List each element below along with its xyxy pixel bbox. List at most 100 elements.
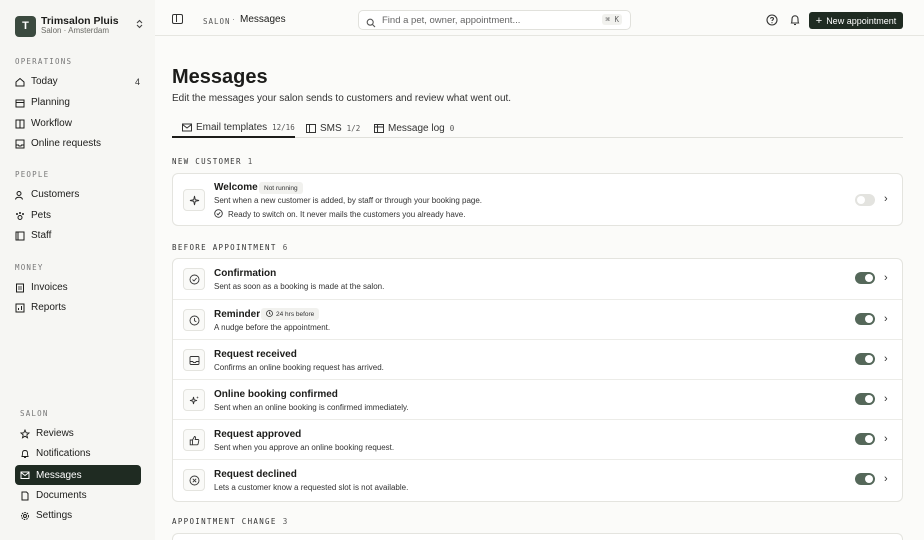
group-label-text: NEW CUSTOMER [172,157,242,166]
sidebar-item-label: Online requests [31,138,102,149]
tab-label: Message log [388,122,445,134]
mail-icon [182,123,192,132]
sidebar-item-label: Customers [31,189,80,200]
template-title: Confirmation [214,268,277,279]
template-card-appointment-change [172,533,903,540]
template-row-request-declined[interactable]: Request declined Lets a customer know a … [173,459,902,499]
template-toggle[interactable] [855,272,875,284]
sidebar-item-label: Staff [31,230,52,241]
file-text-icon [15,283,25,293]
chevron-right-icon[interactable]: › [884,433,888,445]
tab-message-log[interactable]: Message log 0 [374,118,454,138]
sidebar-item-label: Reports [31,302,67,313]
chevron-right-icon[interactable]: › [884,473,888,485]
chart-icon [15,303,25,313]
section-label-salon: SALON [20,409,49,418]
template-note: Ready to switch on. It never mails the c… [214,209,465,220]
sidebar-item-label: Pets [31,210,52,221]
template-description: Sent when you approve an online booking … [214,443,395,452]
breadcrumb-current: Messages [240,14,286,25]
template-row-welcome[interactable]: Welcome Not running Sent when a new cust… [173,174,902,225]
template-row-reminder[interactable]: Reminder 24 hrs before A nudge before th… [173,299,902,339]
timing-badge-text: 24 hrs before [276,310,315,318]
template-row-request-approved[interactable]: Request approved Sent when you approve a… [173,419,902,459]
new-appointment-button[interactable]: + New appointment [809,12,903,29]
template-title: Request approved [214,429,302,440]
template-toggle[interactable] [855,194,875,206]
template-row-online-booking-confirmed[interactable]: Online booking confirmed Sent when an on… [173,379,902,419]
sidebar-item-documents[interactable]: Documents [15,486,141,505]
sidebar-item-today[interactable]: Today 4 [10,72,142,91]
template-toggle[interactable] [855,433,875,445]
sidebar-item-messages[interactable]: Messages [15,465,141,485]
tab-sms[interactable]: SMS 1/2 [306,118,360,138]
gear-icon [20,511,30,521]
main-content: Messages Edit the messages your salon se… [155,36,924,540]
template-row-confirmation[interactable]: Confirmation Sent as soon as a booking i… [173,259,902,299]
template-card-new-customer: Welcome Not running Sent when a new cust… [172,173,903,226]
sidebar-item-notifications[interactable]: Notifications [15,444,141,463]
sidebar-item-staff[interactable]: Staff [10,226,142,245]
template-description: A nudge before the appointment. [214,323,331,332]
help-icon[interactable] [766,13,778,26]
sidebar-item-planning[interactable]: Planning [10,93,142,112]
tab-count: 12/16 [272,122,295,132]
home-icon [15,77,25,87]
sidebar-item-workflow[interactable]: Workflow [10,114,142,133]
template-row-request-received[interactable]: Request received Confirms an online book… [173,339,902,379]
template-title: Welcome [214,182,258,193]
x-circle-icon [183,469,205,491]
plus-icon: + [815,14,823,27]
template-toggle[interactable] [855,473,875,485]
salon-switcher[interactable]: T Trimsalon Pluis Salon · Amsterdam [15,14,145,38]
section-label-people: PEOPLE [15,170,50,179]
clock-icon [266,309,273,319]
log-icon [374,123,384,133]
breadcrumb-separator: · [232,14,235,24]
global-search[interactable]: ⌘ K [358,10,631,30]
chevron-right-icon[interactable]: › [884,393,888,405]
bell-icon[interactable] [789,13,801,26]
template-note-text: Ready to switch on. It never mails the c… [228,210,466,219]
sidebar-item-customers[interactable]: Customers [10,185,142,204]
sidebar-item-reviews[interactable]: Reviews [15,424,141,443]
chevron-right-icon[interactable]: › [884,193,888,205]
columns-icon [15,119,25,129]
sidebar-item-reports[interactable]: Reports [10,298,142,317]
inbox-icon [183,349,205,371]
search-input[interactable] [382,14,602,26]
sparkle-icon [183,189,205,211]
sidebar-item-invoices[interactable]: Invoices [10,278,142,297]
chevron-up-down-icon [136,19,143,31]
breadcrumb-root[interactable]: SALON [203,17,231,26]
chevron-right-icon[interactable]: › [884,313,888,325]
search-icon [366,15,376,28]
check-circle-icon [214,209,223,220]
template-title: Online booking confirmed [214,389,338,400]
sidebar-item-online-requests[interactable]: Online requests [10,134,142,153]
tab-bar: Email templates 12/16 SMS 1/2 Message lo… [172,118,903,138]
template-card-before-appointment: Confirmation Sent as soon as a booking i… [172,258,903,502]
template-toggle[interactable] [855,353,875,365]
chevron-right-icon[interactable]: › [884,272,888,284]
template-toggle[interactable] [855,393,875,405]
sidebar-item-settings[interactable]: Settings [15,506,141,525]
template-title: Request received [214,349,297,360]
paw-icon [15,211,25,221]
template-description: Lets a customer know a requested slot is… [214,483,409,492]
page-title: Messages [172,66,268,88]
check-circle-icon [183,268,205,290]
search-shortcut: ⌘ K [602,14,622,25]
template-description: Confirms an online booking request has a… [214,363,384,372]
tab-email-templates[interactable]: Email templates 12/16 [172,118,295,138]
template-toggle[interactable] [855,313,875,325]
sidebar-item-label: Settings [36,510,73,521]
chevron-right-icon[interactable]: › [884,353,888,365]
group-label-new-customer: NEW CUSTOMER 1 [172,157,254,166]
clock-icon [183,309,205,331]
template-description: Sent as soon as a booking is made at the… [214,282,385,291]
template-title: Request declined [214,469,297,480]
tab-label: SMS [320,122,342,134]
sidebar-toggle-icon[interactable] [172,14,183,24]
sidebar-item-pets[interactable]: Pets [10,206,142,225]
